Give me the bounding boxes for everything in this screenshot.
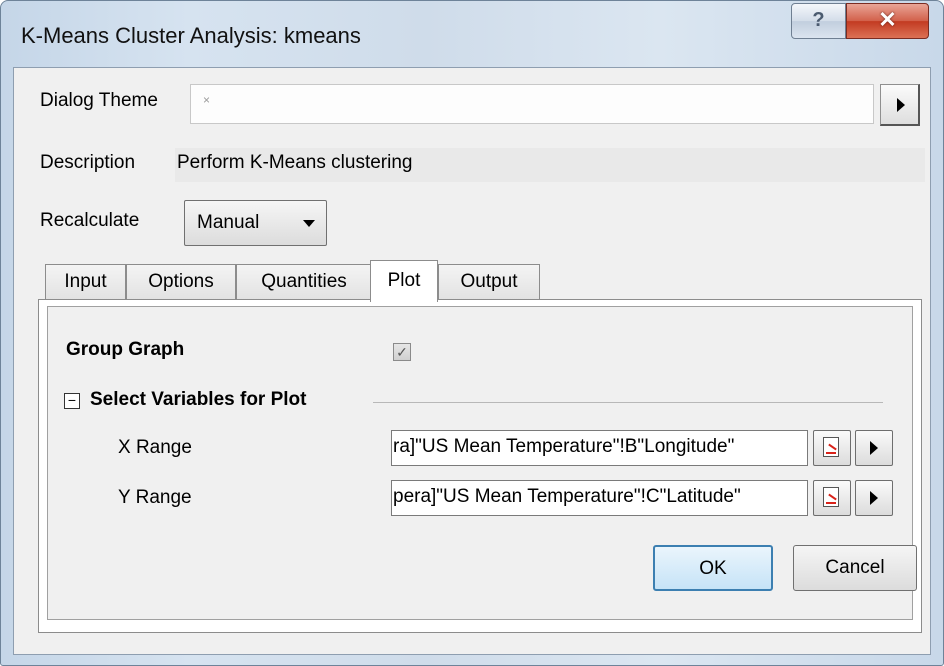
y-range-input[interactable]: pera]"US Mean Temperature"!C"Latitude"	[391, 480, 808, 516]
close-button[interactable]: ✕	[846, 3, 929, 39]
group-graph-checkbox[interactable]: ✓	[393, 343, 411, 361]
dialog-window: K-Means Cluster Analysis: kmeans ? ✕ Dia…	[0, 0, 944, 666]
help-button[interactable]: ?	[791, 3, 846, 39]
tab-plot[interactable]: Plot	[370, 260, 438, 302]
recalculate-select[interactable]: Manual	[184, 200, 327, 246]
tab-options[interactable]: Options	[126, 264, 236, 300]
chevron-down-icon	[303, 220, 315, 227]
dialog-theme-label: Dialog Theme	[40, 90, 158, 111]
tab-panel-plot: Group Graph ✓ − Select Variables for Plo…	[38, 299, 922, 633]
description-label: Description	[40, 152, 136, 173]
recalculate-label: Recalculate	[40, 210, 140, 231]
cancel-button[interactable]: Cancel	[793, 545, 917, 591]
triangle-right-icon	[897, 98, 905, 112]
section-divider	[373, 402, 883, 403]
y-range-label: Y Range	[118, 487, 192, 508]
triangle-right-icon	[870, 441, 878, 455]
select-range-icon	[823, 437, 839, 457]
x-range-label: X Range	[118, 437, 192, 458]
tab-output[interactable]: Output	[438, 264, 540, 300]
title-bar: K-Means Cluster Analysis: kmeans ? ✕	[1, 1, 943, 67]
collapse-icon[interactable]: −	[64, 393, 80, 409]
window-title: K-Means Cluster Analysis: kmeans	[21, 23, 361, 48]
ok-button[interactable]: OK	[653, 545, 773, 591]
tab-input[interactable]: Input	[45, 264, 126, 300]
plot-settings-tree: Group Graph ✓ − Select Variables for Plo…	[47, 306, 913, 620]
tab-quantities[interactable]: Quantities	[236, 264, 372, 300]
group-graph-label: Group Graph	[66, 339, 185, 360]
section-title: Select Variables for Plot	[90, 389, 307, 410]
dialog-theme-value: ×	[203, 93, 211, 107]
checkmark-icon: ✓	[396, 344, 408, 360]
x-range-menu-button[interactable]	[855, 430, 893, 466]
y-range-menu-button[interactable]	[855, 480, 893, 516]
dialog-theme-field[interactable]: ×	[190, 84, 874, 124]
y-range-select-button[interactable]	[813, 480, 851, 516]
x-range-select-button[interactable]	[813, 430, 851, 466]
x-range-input[interactable]: ra]"US Mean Temperature"!B"Longitude"	[391, 430, 808, 466]
select-range-icon	[823, 487, 839, 507]
help-icon: ?	[812, 9, 825, 31]
triangle-right-icon	[870, 491, 878, 505]
dialog-theme-menu-button[interactable]	[880, 84, 920, 126]
close-icon: ✕	[878, 7, 897, 32]
recalculate-value: Manual	[197, 212, 260, 233]
description-text: Perform K-Means clustering	[175, 148, 925, 182]
